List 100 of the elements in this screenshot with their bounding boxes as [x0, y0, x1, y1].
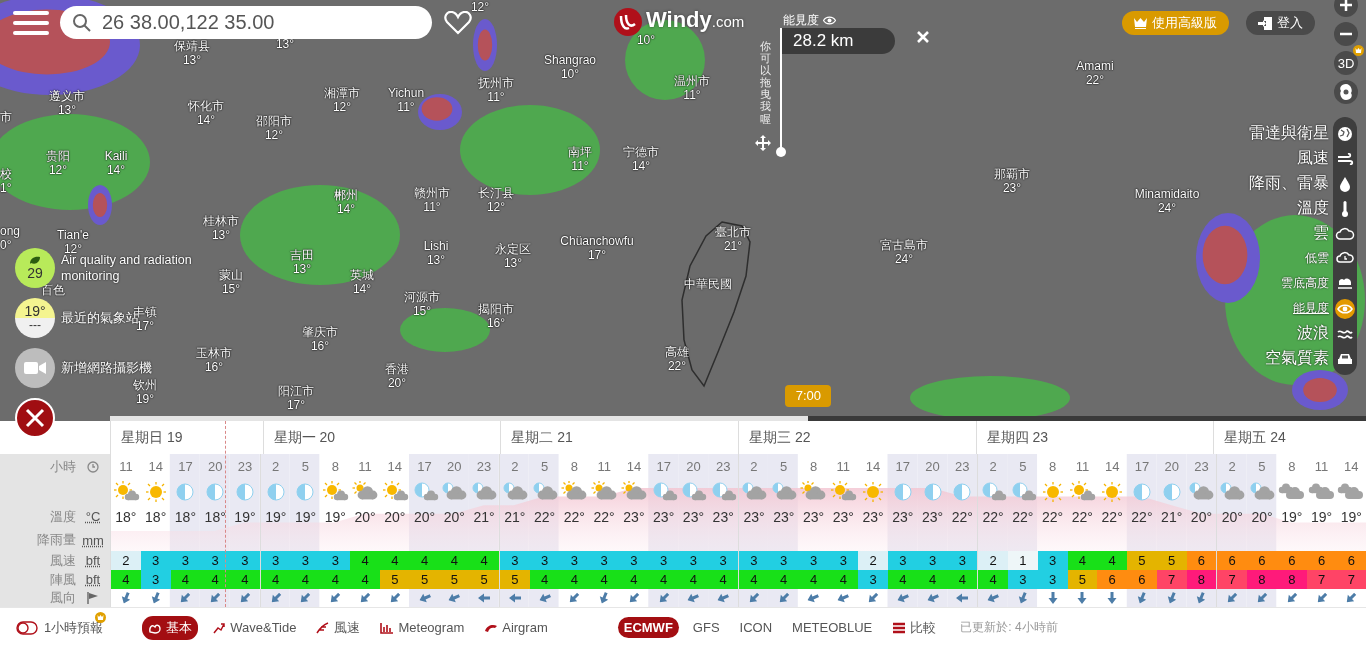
hour-label: 2	[1228, 459, 1236, 474]
heart-icon[interactable]	[444, 10, 472, 35]
hour-label: 23	[476, 459, 492, 474]
map-temperature: 10°	[636, 33, 656, 47]
map-temperature: 16°	[310, 339, 330, 353]
map-temperature: 15°	[412, 304, 432, 318]
view-tab[interactable]: Airgram	[478, 615, 554, 640]
wind-speed-cell: 4	[1097, 551, 1128, 570]
wind-gust-cell: 4	[828, 570, 859, 589]
wind-direction-icon	[1046, 592, 1059, 604]
picker-handle[interactable]	[776, 147, 786, 157]
moon-cloud-icon	[709, 480, 738, 503]
compare-icon	[892, 621, 907, 634]
map-temperature: 14°	[196, 113, 216, 127]
wind-speed-cell: 3	[529, 551, 560, 570]
hurricane-icon	[1339, 84, 1353, 100]
zoom-in-button[interactable]	[1334, 0, 1358, 17]
hour-label: 20	[447, 459, 462, 474]
wind-gust-cell: 5	[1067, 570, 1098, 589]
hour-label: 11	[597, 459, 611, 474]
map-place-name: 高雄	[665, 345, 689, 359]
day-label: 星期五 24	[1224, 428, 1286, 447]
map-place-name: Minamidaito	[1134, 187, 1200, 201]
map-place-name: Amami	[1076, 59, 1114, 73]
wind-gust-cell: 4	[887, 570, 918, 589]
wind-gust-cell: 4	[917, 570, 948, 589]
eye-icon	[1335, 298, 1355, 319]
wind-speed-cell: 3	[917, 551, 948, 570]
map-temperature: 16°	[204, 360, 224, 374]
view-tab[interactable]: 基本	[142, 615, 199, 640]
hourly-forecast-toggle[interactable]: 1小時預報	[16, 618, 104, 637]
temperature-value: 23°	[653, 508, 675, 525]
3d-button[interactable]: 3D	[1334, 51, 1358, 75]
hour-label: 5	[1258, 459, 1266, 474]
webcam-button[interactable]	[15, 348, 55, 388]
model-tab[interactable]: METEOBLUE	[786, 617, 879, 638]
compare-button[interactable]: 比較	[886, 615, 943, 640]
zoom-out-button[interactable]	[1334, 22, 1358, 46]
hour-label: 8	[570, 459, 578, 474]
view-tab[interactable]: 風速	[310, 615, 367, 640]
layer-menu-item[interactable]: 降雨、雷暴	[1249, 171, 1357, 196]
layer-menu-item[interactable]: 溫度	[1297, 196, 1357, 221]
close-icon[interactable]	[916, 30, 930, 44]
weather-station-badge[interactable]: 19° ---	[15, 298, 55, 338]
model-tab[interactable]: ICON	[733, 617, 779, 638]
map-place-name: 怀化市	[188, 99, 224, 113]
map-temperature: 11°	[571, 159, 589, 173]
temperature-value: 20°	[443, 508, 465, 525]
search-field[interactable]: 26 38.00,122 35.00	[60, 6, 432, 39]
widget-label[interactable]: 新增網路攝影機	[61, 360, 152, 376]
hour-label: 5	[301, 459, 310, 474]
map-temperature: 17°	[587, 248, 607, 262]
temperature-value: 20°	[1190, 508, 1213, 525]
day-label: 星期四 23	[986, 428, 1049, 447]
map-place-name: 温州市	[674, 74, 710, 88]
wind-gust-cell: 4	[559, 570, 590, 589]
temperature-value: 23°	[682, 508, 704, 525]
temperature-value: 23°	[623, 508, 645, 525]
layer-menu-item[interactable]: 風速	[1297, 146, 1357, 171]
wind-gust-cell: 5	[379, 570, 410, 589]
map-place-name: 湘潭市	[324, 86, 360, 100]
layer-menu-item[interactable]: 雷達與衛星	[1249, 121, 1357, 146]
map-temperature: 13°	[503, 256, 523, 270]
model-tab[interactable]: ECMWF	[617, 617, 679, 638]
timeline-track[interactable]	[110, 416, 1366, 421]
temperature-value: 23°	[862, 508, 884, 525]
map-temperature: 12°	[332, 100, 352, 114]
map-place-name: 保靖县	[174, 39, 210, 53]
wind-speed-cell: 3	[170, 551, 201, 570]
moon-cloud-icon	[679, 480, 708, 503]
temperature-value: 20°	[384, 508, 406, 525]
map-place-name: 校	[0, 167, 12, 181]
hurricane-button[interactable]	[1334, 80, 1358, 104]
wind-gust-cell: 6	[1127, 570, 1157, 589]
day-label: 星期二 21	[511, 428, 573, 447]
hour-label: 11	[358, 459, 372, 474]
map-temperature: 20°	[387, 376, 407, 390]
row-label-cell: 溫度 °C	[0, 504, 110, 529]
toggle-icon	[16, 620, 38, 635]
model-tab[interactable]: GFS	[686, 617, 726, 638]
temperature-value: 23°	[892, 508, 914, 525]
hour-label: 14	[148, 459, 163, 474]
login-button[interactable]: 登入	[1246, 11, 1315, 35]
map-temperature: 12°	[264, 128, 284, 142]
moon-cloud-icon	[979, 480, 1008, 503]
map-place-name: 宁德市	[623, 145, 659, 159]
map-temperature: 12°	[48, 163, 68, 177]
hour-label: 17	[1134, 459, 1150, 474]
map-place-name: 肇庆市	[302, 325, 338, 339]
map-temperature: 16°	[486, 316, 506, 330]
view-tab[interactable]: Meteogram	[374, 615, 471, 640]
wind-direction-icon	[1076, 592, 1089, 604]
map-temperature: 13°	[57, 103, 77, 117]
hour-label: 8	[1288, 459, 1296, 474]
wind-gust-cell: 5	[409, 570, 440, 589]
view-tab[interactable]: Wave&Tide	[206, 615, 303, 640]
wind-speed-cell: 6	[1247, 551, 1277, 570]
map-place-name: ong	[0, 224, 21, 238]
map-place-name: 吉田	[290, 248, 314, 262]
wind-speed-cell: 3	[798, 551, 829, 570]
